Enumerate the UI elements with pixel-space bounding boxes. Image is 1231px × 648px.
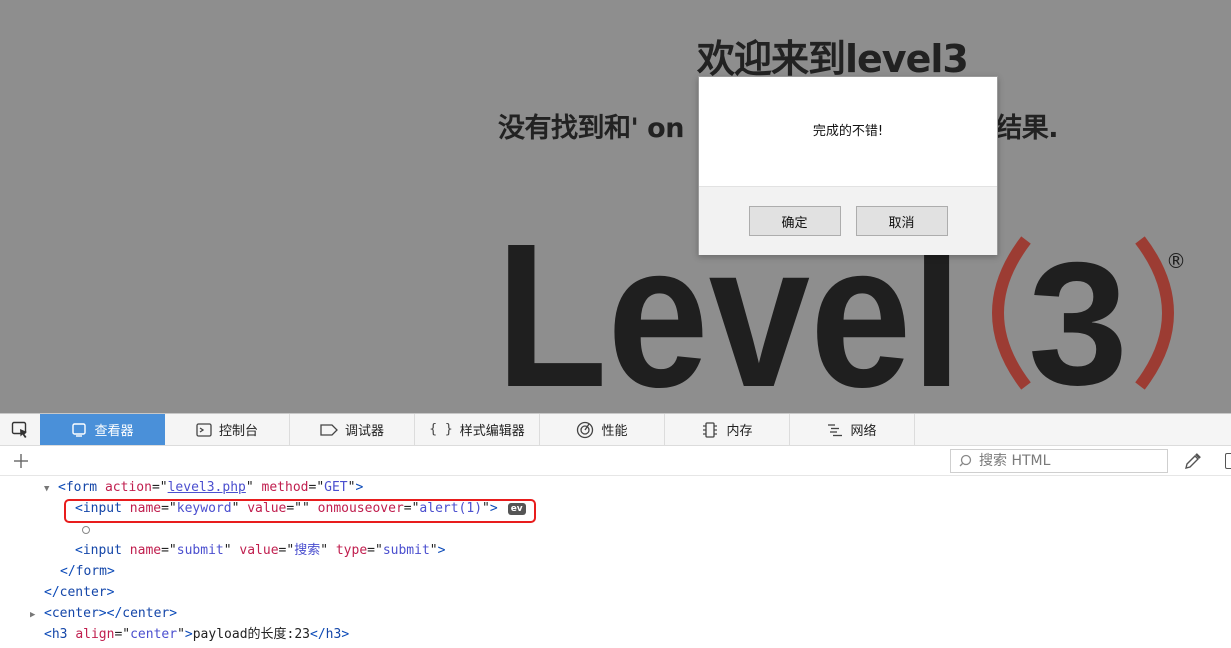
- inspector-icon: [72, 422, 87, 437]
- logo-left-paren: [992, 236, 1031, 390]
- result-prefix: 没有找到和' on: [498, 113, 684, 144]
- logo-number: 3: [1028, 227, 1128, 396]
- markup-line-center-close[interactable]: </center>: [44, 582, 114, 603]
- search-html-input[interactable]: [975, 451, 1167, 471]
- element-picker-icon: [11, 421, 27, 438]
- tab-label: 控制台: [218, 424, 258, 439]
- tab-label: 网络: [850, 424, 877, 439]
- page-title: 欢迎来到level3: [697, 37, 969, 81]
- ok-button[interactable]: 确定: [748, 206, 841, 236]
- network-icon: [828, 423, 843, 436]
- performance-icon: [577, 421, 594, 438]
- markup-line-form[interactable]: ▼ <form action="level3.php" method="GET">: [44, 477, 363, 498]
- dialog-body: 完成的不错!: [699, 77, 997, 186]
- dialog-footer: 确定 取消: [699, 186, 997, 255]
- markup-line-input-keyword[interactable]: <input name="keyword" value="" onmouseov…: [75, 498, 526, 519]
- tab-label: 样式编辑器: [459, 424, 525, 439]
- tab-style-editor[interactable]: { } 样式编辑器: [415, 414, 540, 445]
- form-action-link[interactable]: level3.php: [168, 480, 246, 495]
- search-icon: [959, 454, 972, 467]
- debugger-icon: [320, 423, 338, 436]
- logo-right-paren: [1135, 236, 1174, 390]
- devtools-panel: 查看器 控制台 调试器 { } 样式编辑器 性能 内存 网络 搜索 HTML ▼…: [0, 413, 1231, 648]
- alert-dialog: 完成的不错! 确定 取消: [698, 76, 998, 255]
- element-picker-button[interactable]: [0, 414, 40, 445]
- markup-line-center[interactable]: ▶ <center></center>: [30, 603, 177, 624]
- devtools-tabbar: 查看器 控制台 调试器 { } 样式编辑器 性能 内存 网络: [0, 414, 1231, 446]
- tab-performance[interactable]: 性能: [540, 414, 665, 445]
- tab-label: 内存: [726, 424, 753, 439]
- tab-debugger[interactable]: 调试器: [290, 414, 415, 445]
- pseudo-element-marker: [82, 526, 90, 534]
- markup-line-form-close[interactable]: </form>: [60, 561, 115, 582]
- collapse-triangle-icon[interactable]: ▼: [44, 479, 58, 500]
- tab-label: 查看器: [94, 424, 134, 439]
- screenshot-node-icon[interactable]: [1225, 453, 1231, 469]
- tab-network[interactable]: 网络: [790, 414, 915, 445]
- tab-label: 调试器: [344, 424, 384, 439]
- cancel-button[interactable]: 取消: [855, 206, 948, 236]
- page-viewport: 欢迎来到level3 没有找到和' on)相关的结果. Level 3 ®: [0, 0, 1231, 413]
- search-html-box[interactable]: [950, 449, 1168, 473]
- expand-triangle-icon[interactable]: ▶: [30, 605, 44, 626]
- memory-icon: [703, 421, 718, 438]
- tab-memory[interactable]: 内存: [665, 414, 790, 445]
- dialog-message: 完成的不错!: [812, 124, 884, 139]
- eyedropper-icon[interactable]: [1182, 451, 1204, 471]
- inspector-toolbar: [0, 446, 1231, 476]
- tab-console[interactable]: 控制台: [165, 414, 290, 445]
- event-badge[interactable]: ev: [507, 502, 526, 515]
- console-icon: [196, 422, 212, 437]
- style-editor-icon: { }: [429, 422, 453, 437]
- add-node-icon[interactable]: [10, 451, 32, 471]
- tab-label: 性能: [601, 424, 628, 439]
- markup-line-h3[interactable]: <h3 align="center">payload的长度:23</h3>: [44, 624, 349, 645]
- logo-registered: ®: [1166, 249, 1186, 273]
- tab-inspector[interactable]: 查看器: [40, 414, 165, 445]
- markup-line-input-submit[interactable]: <input name="submit" value="搜索" type="su…: [75, 540, 445, 561]
